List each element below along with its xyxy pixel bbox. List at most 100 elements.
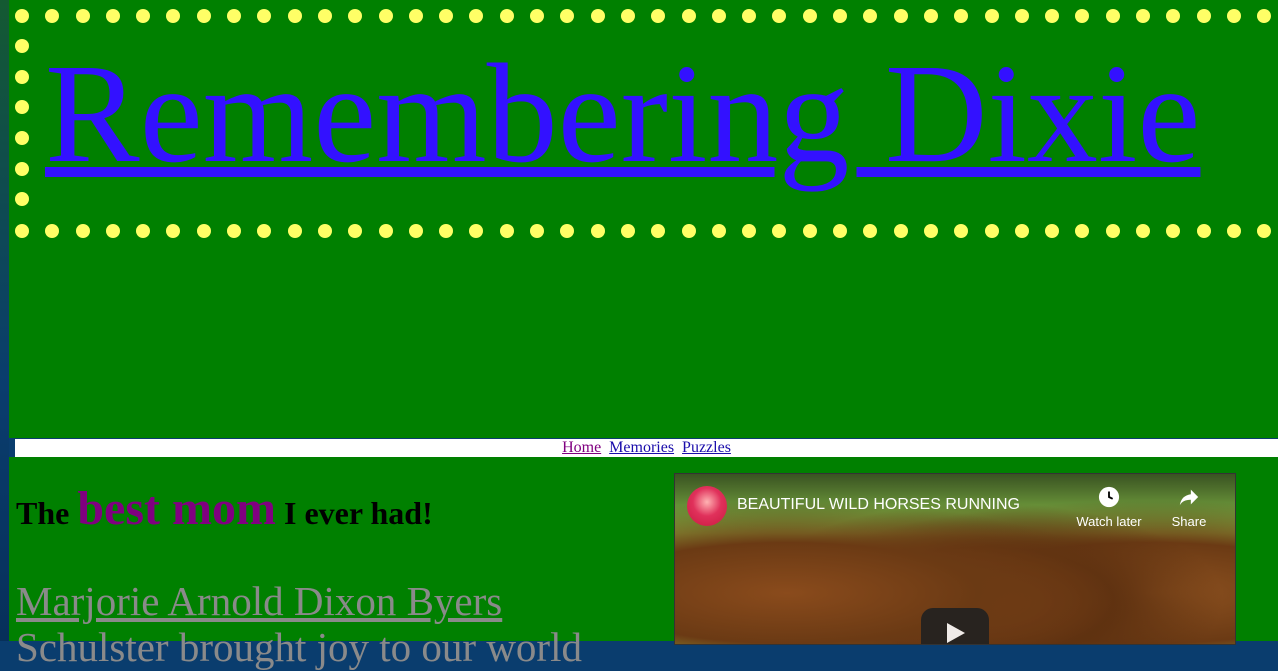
bottom-dot-border (15, 224, 1278, 238)
border-dot (772, 9, 787, 23)
border-dot (711, 9, 726, 23)
border-dot (681, 224, 696, 238)
border-dot (499, 9, 514, 23)
border-dot (1226, 224, 1241, 238)
border-dot (833, 9, 848, 23)
border-dot (378, 224, 393, 238)
border-dot (1166, 9, 1181, 23)
border-dot (439, 9, 454, 23)
border-dot (1226, 9, 1241, 23)
tagline-post: I ever had! (275, 495, 433, 531)
share-icon (1179, 489, 1199, 506)
border-dot (348, 9, 363, 23)
border-dot (227, 224, 242, 238)
border-dot (863, 9, 878, 23)
border-dot (75, 9, 90, 23)
border-dot (348, 224, 363, 238)
border-dot (227, 9, 242, 23)
border-dot (802, 9, 817, 23)
border-dot (408, 224, 423, 238)
border-dot (45, 9, 60, 23)
border-dot (15, 39, 29, 53)
border-dot (15, 9, 29, 23)
nav-puzzles-link[interactable]: Puzzles (682, 439, 731, 456)
border-dot (1075, 9, 1090, 23)
border-dot (378, 9, 393, 23)
channel-avatar[interactable] (687, 486, 727, 526)
main-content: The best mom I ever had! Marjorie Arnold… (9, 457, 1278, 670)
border-dot (1196, 9, 1211, 23)
border-dot (651, 224, 666, 238)
border-dot (287, 9, 302, 23)
youtube-embed[interactable]: BEAUTIFUL WILD HORSES RUNNING Watch late… (674, 473, 1236, 645)
top-dot-border (15, 9, 1278, 23)
border-dot (75, 224, 90, 238)
border-dot (469, 224, 484, 238)
border-dot (196, 9, 211, 23)
border-dot (893, 224, 908, 238)
border-dot (530, 9, 545, 23)
border-dot (863, 224, 878, 238)
nav-home-link[interactable]: Home (562, 439, 601, 456)
border-dot (590, 224, 605, 238)
mom-name-link[interactable]: Marjorie Arnold Dixon Byers (16, 577, 502, 625)
border-dot (984, 224, 999, 238)
border-dot (954, 9, 969, 23)
border-dot (1014, 224, 1029, 238)
border-dot (1105, 224, 1120, 238)
border-dot (1166, 224, 1181, 238)
border-dot (15, 131, 29, 146)
border-dot (560, 9, 575, 23)
border-dot (620, 224, 635, 238)
border-dot (742, 9, 757, 23)
border-dot (1257, 9, 1272, 23)
tagline: The best mom I ever had! (16, 481, 433, 536)
share-button[interactable]: Share (1149, 486, 1229, 529)
tagline-pre: The (16, 495, 78, 531)
border-dot (469, 9, 484, 23)
border-dot (620, 9, 635, 23)
border-dot (317, 224, 332, 238)
border-dot (802, 224, 817, 238)
border-dot (136, 224, 151, 238)
border-dot (651, 9, 666, 23)
nav-memories-link[interactable]: Memories (609, 439, 674, 456)
border-dot (45, 224, 60, 238)
left-dot-border (15, 39, 29, 223)
border-dot (772, 224, 787, 238)
border-dot (954, 224, 969, 238)
border-dot (530, 224, 545, 238)
border-dot (15, 192, 29, 207)
border-dot (136, 9, 151, 23)
site-title-link[interactable]: Remembering Dixie (45, 28, 1200, 198)
border-dot (590, 9, 605, 23)
border-dot (560, 224, 575, 238)
border-dot (499, 224, 514, 238)
border-dot (923, 224, 938, 238)
border-dot (257, 224, 272, 238)
border-dot (317, 9, 332, 23)
border-dot (408, 9, 423, 23)
site-header: Remembering Dixie (9, 0, 1278, 438)
border-dot (166, 9, 181, 23)
border-dot (15, 161, 29, 176)
play-button[interactable] (921, 608, 989, 644)
border-dot (711, 224, 726, 238)
video-title[interactable]: BEAUTIFUL WILD HORSES RUNNING (737, 496, 1020, 514)
border-dot (105, 9, 120, 23)
border-dot (1135, 9, 1150, 23)
tagline-emphasis: best mom (77, 482, 276, 535)
mom-subtext: Schulster brought joy to our world (16, 624, 582, 670)
border-dot (1257, 224, 1272, 238)
border-dot (1075, 224, 1090, 238)
clock-icon (1098, 486, 1120, 508)
nav-bar: Home Memories Puzzles (15, 439, 1278, 457)
border-dot (893, 9, 908, 23)
watch-later-button[interactable]: Watch later (1069, 486, 1149, 529)
share-label: Share (1171, 514, 1207, 529)
border-dot (15, 224, 29, 238)
border-dot (439, 224, 454, 238)
border-dot (257, 9, 272, 23)
border-dot (15, 69, 29, 84)
watch-later-label: Watch later (1076, 514, 1142, 529)
